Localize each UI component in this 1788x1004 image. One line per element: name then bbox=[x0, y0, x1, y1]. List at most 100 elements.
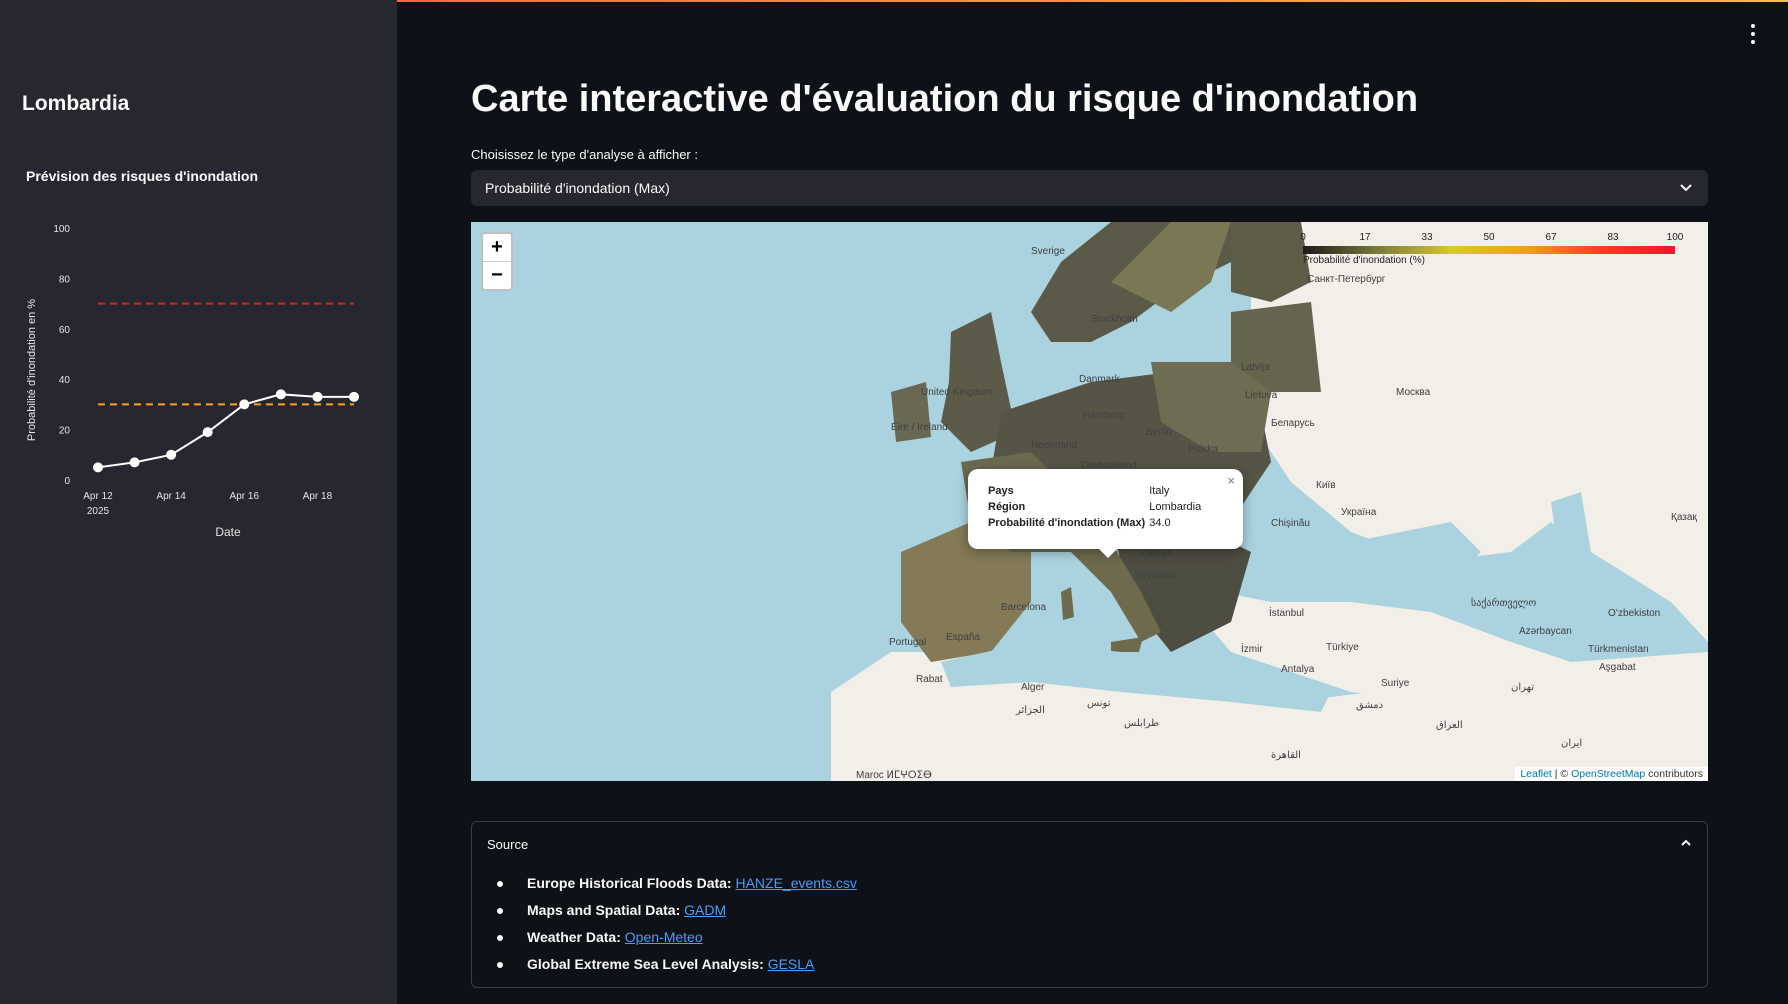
popup-value: Italy bbox=[1149, 485, 1170, 497]
osm-link[interactable]: OpenStreetMap bbox=[1571, 768, 1645, 780]
close-icon[interactable]: × bbox=[1227, 473, 1235, 488]
list-item: Weather Data: Open-Meteo bbox=[497, 924, 857, 951]
list-item: Maps and Spatial Data: GADM bbox=[497, 897, 857, 924]
list-item: Europe Historical Floods Data: HANZE_eve… bbox=[497, 870, 857, 897]
map-label: Azərbaycan bbox=[1519, 626, 1572, 637]
zoom-out-button[interactable]: − bbox=[483, 261, 511, 289]
legend-ticks: 0 17 33 50 67 83 100 bbox=[1300, 232, 1684, 246]
map-label: Київ bbox=[1316, 480, 1336, 491]
zoom-control: + − bbox=[481, 232, 513, 291]
source-list: Europe Historical Floods Data: HANZE_eve… bbox=[497, 870, 857, 978]
source-header[interactable]: Source bbox=[487, 837, 528, 852]
sidebar: Lombardia Prévision des risques d'inonda… bbox=[0, 0, 397, 1004]
leaflet-link[interactable]: Leaflet bbox=[1520, 768, 1552, 780]
map-label: Zagreb bbox=[1141, 548, 1173, 559]
chart-title: Prévision des risques d'inondation bbox=[26, 168, 259, 184]
legend-tick-label: 33 bbox=[1421, 232, 1433, 243]
source-link[interactable]: GADM bbox=[684, 902, 726, 918]
map-label: საქართველო bbox=[1471, 598, 1537, 609]
page-title: Carte interactive d'évaluation du risque… bbox=[471, 78, 1419, 120]
map-label: Nederland bbox=[1031, 440, 1078, 451]
forecast-chart: 0 20 40 60 80 100 Apr 12 Apr 14 Apr 16 Apr 18 2025… bbox=[26, 224, 359, 539]
data-point bbox=[129, 457, 140, 468]
analysis-select[interactable]: Probabilité d'inondation (Max) bbox=[471, 170, 1708, 206]
map-label: Lietuva bbox=[1245, 390, 1278, 401]
legend-tick-label: 67 bbox=[1545, 232, 1557, 243]
y-axis-label: Probabilité d'inondation en % bbox=[26, 299, 38, 441]
legend-tick-label: 100 bbox=[1666, 232, 1684, 243]
map-label: Barcelona bbox=[1001, 602, 1047, 613]
map-label: Alger bbox=[1021, 682, 1045, 693]
map-label: Suriye bbox=[1381, 678, 1410, 689]
dot-icon bbox=[1751, 24, 1755, 28]
popup-value: Lombardia bbox=[1149, 501, 1202, 513]
source-link[interactable]: Open-Meteo bbox=[625, 929, 703, 945]
popup-value: 34.0 bbox=[1149, 517, 1171, 529]
map-label: İzmir bbox=[1241, 644, 1263, 655]
x-tick-year: 2025 bbox=[87, 506, 110, 517]
source-link[interactable]: GESLA bbox=[768, 956, 815, 972]
map-label: ایران bbox=[1561, 738, 1583, 749]
chevron-up-icon[interactable] bbox=[1679, 836, 1693, 850]
list-item: Global Extreme Sea Level Analysis: GESLA bbox=[497, 951, 857, 978]
y-tick-label: 60 bbox=[59, 325, 71, 336]
x-tick-label: Apr 12 bbox=[83, 491, 113, 502]
y-tick-label: 80 bbox=[59, 274, 71, 285]
source-name: Weather Data: bbox=[527, 929, 621, 945]
y-tick-label: 0 bbox=[64, 476, 70, 487]
dot-icon bbox=[1751, 40, 1755, 44]
x-tick-label: Apr 16 bbox=[230, 491, 260, 502]
map-label: تونس bbox=[1087, 698, 1111, 709]
legend-tick-label: 0 bbox=[1300, 232, 1306, 243]
source-link[interactable]: HANZE_events.csv bbox=[735, 875, 856, 891]
analysis-select-value: Probabilité d'inondation (Max) bbox=[485, 180, 670, 196]
map-label: Türkiye bbox=[1326, 642, 1359, 653]
map-label: Antalya bbox=[1281, 664, 1315, 675]
map-label: دمشق bbox=[1356, 700, 1384, 711]
map-label: Stockholm bbox=[1091, 314, 1138, 325]
zoom-in-button[interactable]: + bbox=[483, 234, 511, 261]
legend-colorbar bbox=[1303, 246, 1675, 254]
analysis-select-label: Choisissez le type d'analyse à afficher … bbox=[471, 147, 698, 162]
map-label: Aşgabat bbox=[1599, 662, 1636, 673]
map-label: Latvija bbox=[1241, 362, 1270, 373]
flood-risk-map[interactable]: Sverige Stockholm Санкт-Петербург Москва… bbox=[471, 222, 1708, 781]
source-expander[interactable]: Source Europe Historical Floods Data: HA… bbox=[471, 821, 1708, 988]
data-point bbox=[239, 399, 250, 410]
map-label: Україна bbox=[1341, 507, 1377, 518]
map-label: Қазақ bbox=[1671, 512, 1697, 523]
map-label: United Kingdom bbox=[921, 387, 993, 398]
map-label: Türkmenistan bbox=[1588, 644, 1649, 655]
map-label: İstanbul bbox=[1269, 608, 1305, 619]
map-label: Москва bbox=[1396, 387, 1431, 398]
map-label: العراق bbox=[1436, 720, 1463, 731]
main-menu-button[interactable] bbox=[1748, 24, 1758, 44]
map-label: Polska bbox=[1188, 444, 1219, 455]
map-label: España bbox=[946, 632, 980, 643]
map-label: Berlin bbox=[1146, 427, 1172, 438]
map-label: Hamburg bbox=[1083, 410, 1125, 421]
data-point bbox=[202, 427, 213, 438]
map-attribution: Leaflet | © OpenStreetMap contributors bbox=[1515, 767, 1708, 781]
source-name: Europe Historical Floods Data: bbox=[527, 875, 732, 891]
region-popup: × Pays Italy Région Lombardia Probabilit… bbox=[968, 469, 1243, 558]
map-label: Danmark bbox=[1079, 374, 1120, 385]
map-label: تهران bbox=[1511, 682, 1535, 693]
map-label: Rabat bbox=[916, 674, 943, 685]
attribution-suffix: contributors bbox=[1645, 768, 1703, 780]
map-label: الجزائر bbox=[1016, 705, 1045, 716]
map-label: Portugal bbox=[889, 637, 927, 648]
y-tick-label: 20 bbox=[59, 426, 71, 437]
map-label: Hrvatska bbox=[1136, 570, 1176, 581]
data-point bbox=[312, 391, 323, 402]
map-label: Беларусь bbox=[1271, 418, 1315, 429]
map-label: Maroc ⵍⵎⵖⵔⵉⴱ bbox=[856, 770, 932, 781]
legend-tick-label: 50 bbox=[1483, 232, 1495, 243]
map-label: طرابلس bbox=[1124, 718, 1160, 729]
sidebar-title: Lombardia bbox=[22, 92, 130, 115]
popup-key: Région bbox=[988, 501, 1026, 513]
popup-table: Pays Italy Région Lombardia Probabilité … bbox=[988, 483, 1203, 531]
map-label: Éire / Ireland bbox=[891, 422, 948, 433]
source-name: Global Extreme Sea Level Analysis: bbox=[527, 956, 764, 972]
y-tick-label: 40 bbox=[59, 375, 71, 386]
